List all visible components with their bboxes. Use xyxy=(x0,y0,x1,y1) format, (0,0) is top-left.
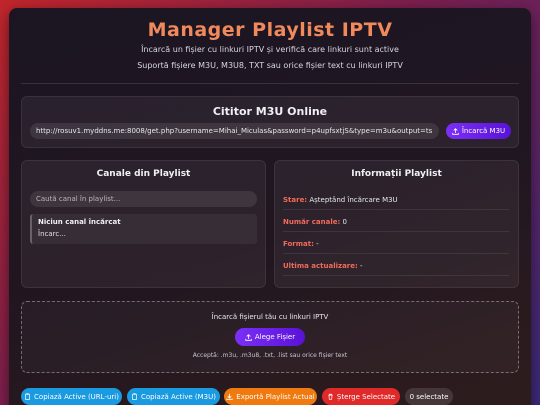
load-m3u-label: Încarcă M3U xyxy=(461,127,506,135)
empty-channels-title: Niciun canal încărcat xyxy=(38,218,121,226)
info-status-label: Stare: xyxy=(283,196,308,204)
info-format-label: Format: xyxy=(283,240,314,248)
info-divider xyxy=(283,231,509,232)
selected-count-badge: 0 selectate xyxy=(405,388,453,405)
copy-active-urls-button[interactable]: Copiază Active (URL-uri) xyxy=(21,388,122,405)
m3u-url-input[interactable]: http://rosuv1.myddns.me:8008/get.php?use… xyxy=(30,123,439,139)
delete-selected-button[interactable]: Șterge Selectate xyxy=(322,388,400,405)
page-title: Manager Playlist IPTV xyxy=(147,19,393,41)
export-playlist-button[interactable]: Exportă Playlist Actual xyxy=(224,388,317,405)
copy-active-m3u-button[interactable]: Copiază Active (M3U) xyxy=(127,388,220,405)
upload-icon xyxy=(452,127,459,135)
info-updated-value: - xyxy=(360,262,363,270)
empty-channels-text: Încarc... xyxy=(38,230,66,238)
delete-selected-label: Șterge Selectate xyxy=(336,392,396,401)
page-subtitle: Încarcă un fișier cu linkuri IPTV și ver… xyxy=(141,45,399,54)
info-count-value: 0 xyxy=(342,218,347,226)
m3u-reader-card: Cititor M3U Online xyxy=(21,96,519,148)
info-divider xyxy=(283,209,509,210)
info-updated-row: Ultima actualizare: - xyxy=(283,262,509,270)
info-count-row: Număr canale: 0 xyxy=(283,218,509,226)
header-divider xyxy=(21,83,519,84)
info-format-row: Format: - xyxy=(283,240,509,248)
clipboard-icon xyxy=(132,393,137,400)
playlist-info-title: Informații Playlist xyxy=(351,169,442,179)
info-format-value: - xyxy=(316,240,319,248)
clipboard-icon xyxy=(25,393,30,400)
info-divider xyxy=(283,275,509,276)
choose-file-label: Alege Fișier xyxy=(254,333,296,341)
info-count-label: Număr canale: xyxy=(283,218,341,226)
copy-active-m3u-label: Copiază Active (M3U) xyxy=(141,392,216,401)
accepted-formats-text: Acceptă: .m3u, .m3u8, .txt, .list sau or… xyxy=(192,352,348,359)
info-updated-label: Ultima actualizare: xyxy=(283,262,358,270)
trash-icon xyxy=(328,393,333,400)
upload-title: Încarcă fișierul tău cu linkuri IPTV xyxy=(211,313,329,321)
page-subtitle-formats: Suportă fișiere M3U, M3U8, TXT sau orice… xyxy=(137,61,403,70)
m3u-reader-title: Cititor M3U Online xyxy=(212,105,328,118)
selected-count-label: 0 selectate xyxy=(409,392,449,401)
export-playlist-label: Exportă Playlist Actual xyxy=(236,392,315,401)
copy-active-urls-label: Copiază Active (URL-uri) xyxy=(34,392,119,401)
upload-icon xyxy=(245,333,252,341)
download-icon xyxy=(226,393,233,400)
load-m3u-button[interactable]: Încarcă M3U xyxy=(446,123,511,139)
channel-search-input[interactable] xyxy=(30,191,257,207)
info-status-value: Așteptând încărcare M3U xyxy=(309,196,398,204)
info-divider xyxy=(283,253,509,254)
choose-file-button[interactable]: Alege Fișier xyxy=(235,328,305,346)
channels-title: Canale din Playlist xyxy=(96,169,191,179)
info-status-row: Stare: Așteptând încărcare M3U xyxy=(283,196,509,204)
